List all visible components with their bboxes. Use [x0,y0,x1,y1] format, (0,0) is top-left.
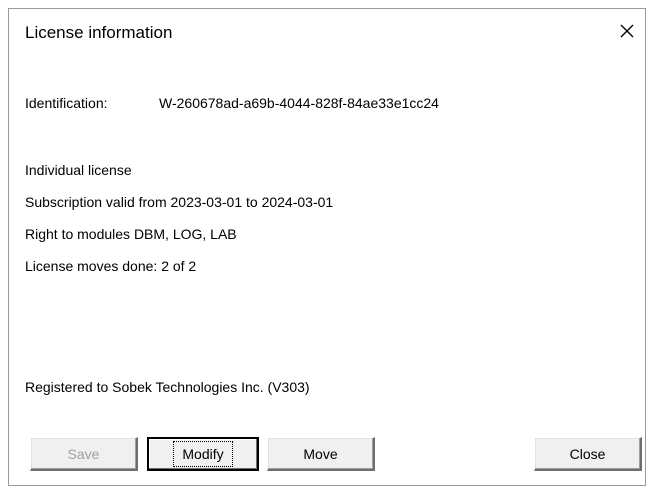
window-title: License information [25,23,173,42]
move-button-label: Move [303,445,338,462]
modify-button-label: Modify [173,441,233,467]
modify-button[interactable]: Modify [147,437,259,471]
license-type-text: Individual license [25,162,132,178]
modules-text: Right to modules DBM, LOG, LAB [25,226,237,242]
title-bar: License information [9,9,645,56]
close-window-button[interactable] [613,17,641,45]
close-icon [620,24,634,38]
registered-text: Registered to Sobek Technologies Inc. (V… [25,379,310,395]
close-button[interactable]: Close [534,437,642,471]
dialog-body: Identification: W-260678ad-a69b-4044-828… [9,56,645,485]
license-moves-text: License moves done: 2 of 2 [25,258,197,274]
identification-value: W-260678ad-a69b-4044-828f-84ae33e1cc24 [159,95,439,111]
identification-label: Identification: [25,95,108,111]
close-button-label: Close [569,445,606,462]
save-button-label: Save [67,445,100,462]
move-button[interactable]: Move [267,437,375,471]
license-dialog: License information Identification: W-26… [8,8,646,486]
subscription-text: Subscription valid from 2023-03-01 to 20… [25,194,334,210]
save-button[interactable]: Save [30,437,138,471]
